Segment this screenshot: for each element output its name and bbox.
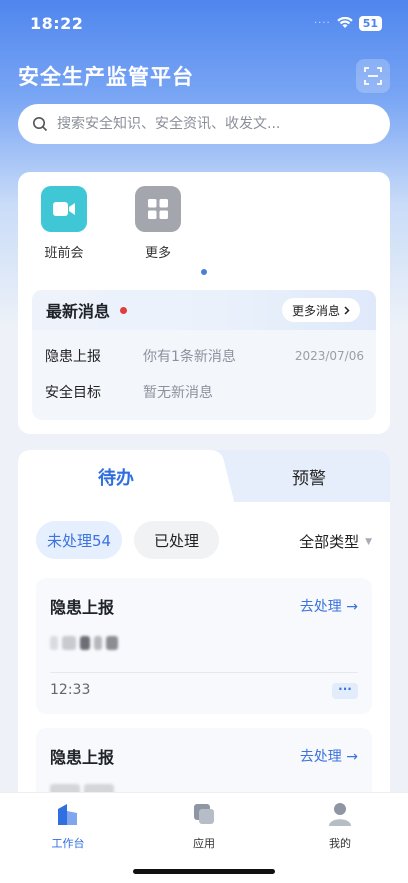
process-label: 去处理 bbox=[299, 599, 342, 615]
todo-item[interactable]: 隐患上报 去处理 → 12:33 ··· bbox=[36, 578, 372, 714]
caret-down-icon: ▼ bbox=[365, 536, 372, 547]
news-category: 安全目标 bbox=[45, 385, 101, 401]
divider bbox=[50, 672, 358, 673]
workbench-icon bbox=[58, 804, 77, 825]
unread-dot bbox=[120, 306, 128, 314]
todo-title: 隐患上报 bbox=[50, 748, 115, 767]
pager-dot bbox=[201, 269, 207, 275]
news-category: 隐患上报 bbox=[45, 349, 101, 365]
tab-todo[interactable]: 待办 bbox=[18, 450, 214, 504]
todo-title: 隐患上报 bbox=[50, 598, 115, 617]
more-news-label: 更多消息 bbox=[291, 303, 340, 318]
news-date: 2023/07/06 bbox=[294, 349, 364, 363]
tabbar-profile[interactable]: 我的 bbox=[310, 801, 370, 851]
battery-indicator: 51 bbox=[358, 15, 382, 31]
tab-todo-label: 待办 bbox=[98, 468, 134, 489]
filter-processed[interactable]: 已处理 bbox=[134, 521, 220, 559]
news-message: 暂无新消息 bbox=[143, 385, 213, 401]
quick-action-label: 班前会 bbox=[44, 246, 84, 261]
more-news-button[interactable]: 更多消息 bbox=[281, 298, 360, 322]
home-indicator bbox=[133, 869, 275, 874]
tab-warning-label: 预警 bbox=[292, 468, 326, 489]
search-icon bbox=[33, 117, 48, 132]
status-indicators: ···· 51 bbox=[313, 15, 382, 31]
arrow-right-icon: → bbox=[346, 749, 358, 765]
more-options-button[interactable]: ··· bbox=[332, 683, 358, 699]
process-button[interactable]: 去处理 → bbox=[300, 596, 358, 616]
news-item[interactable]: 隐患上报 你有1条新消息 2023/07/06 bbox=[32, 338, 376, 374]
type-select-label: 全部类型 bbox=[299, 533, 360, 551]
news-title-text: 最新消息 bbox=[46, 302, 111, 321]
tabbar-label: 应用 bbox=[193, 837, 215, 850]
tasks-card: 待办 预警 未处理54 已处理 全部类型 ▼ 隐患上报 去处理 → 12:33 … bbox=[18, 450, 390, 810]
todo-time: 12:33 bbox=[50, 682, 91, 698]
scan-icon bbox=[364, 67, 382, 85]
status-time: 18:22 bbox=[30, 13, 84, 33]
app-header: 安全生产监管平台 bbox=[18, 58, 390, 94]
arrow-right-icon: → bbox=[346, 599, 358, 615]
news-message: 你有1条新消息 bbox=[143, 349, 236, 365]
status-bar: 18:22 ···· 51 bbox=[0, 0, 408, 46]
filter-bar: 未处理54 已处理 全部类型 ▼ bbox=[18, 502, 390, 564]
scan-button[interactable] bbox=[356, 59, 390, 93]
quick-actions-card: 班前会 更多 最新消息 更多消息 隐患上报 你有1条新消息 2023/07/06… bbox=[18, 172, 390, 434]
profile-icon bbox=[329, 803, 351, 826]
process-button[interactable]: 去处理 → bbox=[300, 746, 358, 766]
tabbar-workbench[interactable]: 工作台 bbox=[38, 801, 98, 851]
todo-header: 隐患上报 去处理 → bbox=[36, 578, 372, 634]
wifi-icon bbox=[336, 17, 353, 28]
tabbar-label: 工作台 bbox=[51, 837, 85, 850]
news-spacer bbox=[32, 330, 376, 338]
tabbar-apps[interactable]: 应用 bbox=[174, 801, 234, 851]
news-title: 最新消息 bbox=[46, 298, 128, 322]
todo-header: 隐患上报 去处理 → bbox=[36, 728, 372, 784]
quick-action-label: 更多 bbox=[144, 246, 171, 261]
type-select[interactable]: 全部类型 ▼ bbox=[299, 531, 372, 552]
search-bar[interactable] bbox=[18, 104, 390, 144]
news-header: 最新消息 更多消息 bbox=[32, 290, 376, 330]
chevron-right-icon bbox=[344, 305, 350, 315]
apps-icon bbox=[194, 804, 214, 824]
signal-dots: ···· bbox=[313, 17, 331, 29]
quick-action-pre-shift-meeting[interactable]: 班前会 bbox=[34, 186, 94, 261]
search-input[interactable] bbox=[57, 116, 376, 132]
news-item[interactable]: 安全目标 暂无新消息 bbox=[32, 374, 376, 410]
task-tabs: 待办 预警 bbox=[18, 450, 390, 504]
tabbar-label: 我的 bbox=[329, 837, 351, 850]
tab-warning[interactable]: 预警 bbox=[228, 450, 390, 502]
process-label: 去处理 bbox=[299, 749, 342, 765]
redacted-content bbox=[50, 636, 118, 650]
latest-news-panel: 最新消息 更多消息 隐患上报 你有1条新消息 2023/07/06 安全目标 暂… bbox=[32, 290, 376, 420]
app-title: 安全生产监管平台 bbox=[18, 65, 194, 89]
grid-more-icon bbox=[135, 186, 181, 232]
video-camera-icon bbox=[41, 186, 87, 232]
filter-unprocessed[interactable]: 未处理54 bbox=[36, 521, 123, 559]
quick-action-more[interactable]: 更多 bbox=[128, 186, 188, 261]
